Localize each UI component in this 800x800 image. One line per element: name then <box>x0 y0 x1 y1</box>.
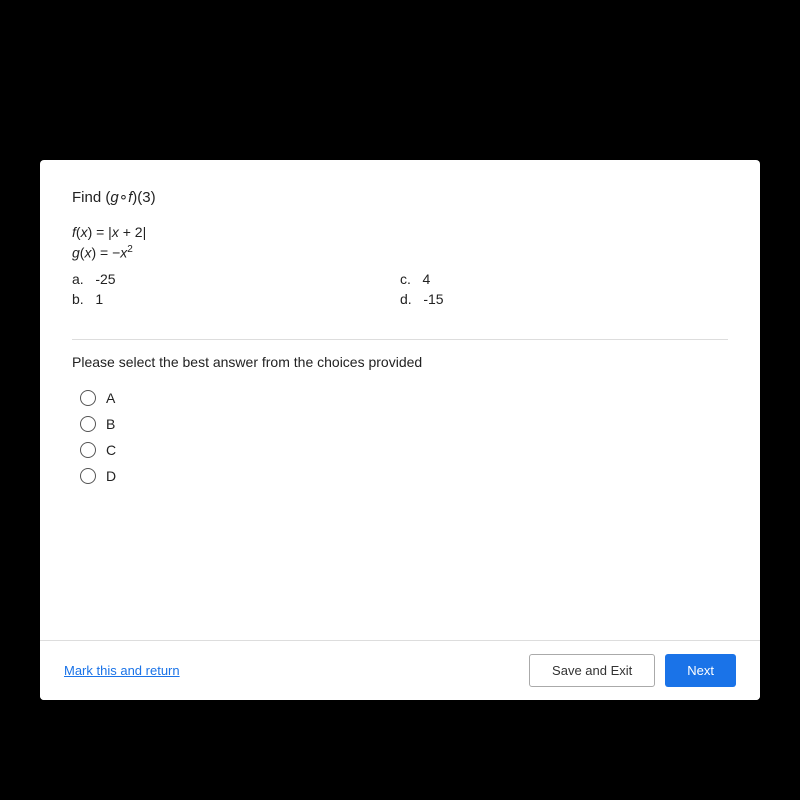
radio-label-d: D <box>106 468 116 484</box>
radio-options: A B C D <box>80 390 728 484</box>
choice-b: b. 1 <box>72 291 400 307</box>
next-button[interactable]: Next <box>665 654 736 687</box>
function-f: f(x) = |x + 2| <box>72 224 728 240</box>
radio-circle-b[interactable] <box>80 416 96 432</box>
choice-d: d. -15 <box>400 291 728 307</box>
choice-a: a. -25 <box>72 271 400 287</box>
radio-label-a: A <box>106 390 115 406</box>
save-exit-button[interactable]: Save and Exit <box>529 654 655 687</box>
radio-circle-a[interactable] <box>80 390 96 406</box>
instruction-text: Please select the best answer from the c… <box>72 354 728 370</box>
divider <box>72 339 728 340</box>
radio-label-b: B <box>106 416 115 432</box>
footer-buttons: Save and Exit Next <box>529 654 736 687</box>
radio-option-a[interactable]: A <box>80 390 728 406</box>
function-g: g(x) = −x2 <box>72 244 728 261</box>
question-title: Find (g∘f)(3) <box>72 188 728 206</box>
radio-option-d[interactable]: D <box>80 468 728 484</box>
card-footer: Mark this and return Save and Exit Next <box>40 640 760 700</box>
radio-circle-c[interactable] <box>80 442 96 458</box>
radio-label-c: C <box>106 442 116 458</box>
mark-return-link[interactable]: Mark this and return <box>64 663 180 678</box>
screen-container: Find (g∘f)(3) f(x) = |x + 2| g(x) = −x2 … <box>0 0 800 800</box>
radio-option-c[interactable]: C <box>80 442 728 458</box>
radio-circle-d[interactable] <box>80 468 96 484</box>
choice-c: c. 4 <box>400 271 728 287</box>
radio-option-b[interactable]: B <box>80 416 728 432</box>
question-card: Find (g∘f)(3) f(x) = |x + 2| g(x) = −x2 … <box>40 160 760 700</box>
choices-grid: a. -25 c. 4 b. 1 d. -15 <box>72 271 728 307</box>
